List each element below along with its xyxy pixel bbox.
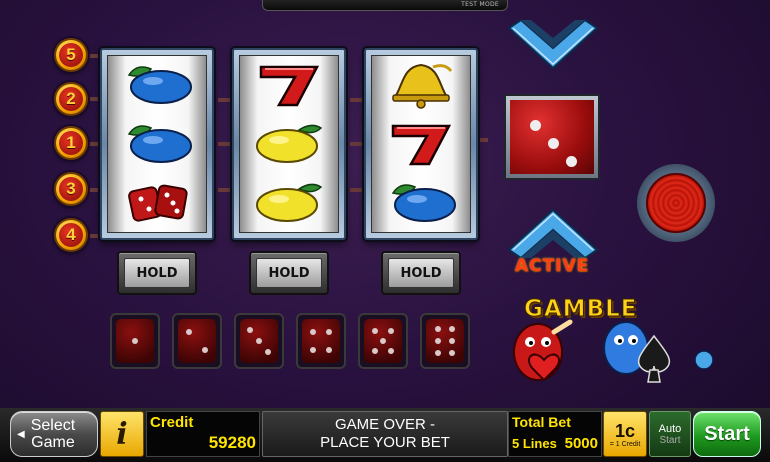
die-slot-5 <box>358 313 408 369</box>
plum-icon <box>127 125 192 163</box>
lines-label: 5 Lines <box>512 436 557 451</box>
die-slot-3 <box>234 313 284 369</box>
start-label: Start <box>704 422 750 445</box>
hold-button-reel-3[interactable]: HOLD <box>381 251 461 295</box>
die-three-icon <box>240 319 278 363</box>
total-bet-label: Total Bet <box>512 414 571 430</box>
message-line-2: PLACE YOUR BET <box>320 434 450 451</box>
reel-1-strip <box>107 55 207 233</box>
die-slot-6 <box>420 313 470 369</box>
gamble-down-arrow-icon[interactable] <box>505 204 601 260</box>
auto-sub-label: Start <box>659 434 681 446</box>
lemon-icon <box>256 183 323 222</box>
select-game-label: Select Game <box>30 417 76 451</box>
die-five-icon <box>364 319 402 363</box>
test-mode-bar: TEST MODE <box>262 0 508 11</box>
gamble-die <box>504 94 600 180</box>
dice-row <box>110 313 470 369</box>
message-panel: GAME OVER - PLACE YOUR BET <box>262 411 508 457</box>
lemon-icon <box>256 124 323 163</box>
info-button[interactable]: i <box>100 411 144 457</box>
payline-badge-2[interactable]: 2 <box>54 82 88 116</box>
total-bet-value: 5000 <box>564 435 598 452</box>
auto-start-button[interactable]: Auto Start <box>649 411 691 457</box>
dice-icon <box>128 184 188 222</box>
credit-panel: Credit 59280 <box>146 411 260 457</box>
reel-2 <box>232 48 346 240</box>
die-one-icon <box>116 319 154 363</box>
auto-label: Auto <box>658 422 682 435</box>
hold-button-reel-1[interactable]: HOLD <box>117 251 197 295</box>
payline-badge-4[interactable]: 4 <box>54 218 88 252</box>
die-two-icon <box>178 319 216 363</box>
reel-1 <box>100 48 214 240</box>
red-knob-icon <box>646 173 706 233</box>
message-line-1: GAME OVER - <box>334 416 435 433</box>
denomination-label: 1c <box>614 420 636 441</box>
seven-icon <box>391 124 452 166</box>
gamble-mascots-icon <box>513 319 714 383</box>
die-slot-4 <box>296 313 346 369</box>
reel-3 <box>364 48 478 240</box>
reel-3-strip <box>371 55 471 233</box>
info-icon: i <box>116 416 128 452</box>
die-six-icon <box>426 319 464 363</box>
payline-badge-3[interactable]: 3 <box>54 172 88 206</box>
left-arrow-icon: ◀ <box>17 428 25 440</box>
die-slot-2 <box>172 313 222 369</box>
payline-badge-1[interactable]: 1 <box>54 126 88 160</box>
hold-button-reel-2[interactable]: HOLD <box>249 251 329 295</box>
die-slot-1 <box>110 313 160 369</box>
test-mode-label: TEST MODE <box>461 1 499 8</box>
gamble-button[interactable] <box>637 164 715 242</box>
total-bet-panel: Total Bet 5 Lines 5000 <box>508 411 602 457</box>
plum-icon <box>391 183 456 222</box>
plum-icon <box>127 66 192 105</box>
denomination-button[interactable]: 1c = 1 Credit <box>603 411 647 457</box>
payline-badge-5[interactable]: 5 <box>54 38 88 72</box>
active-label: ACTIVE <box>514 256 590 276</box>
reel-2-strip <box>239 55 339 233</box>
seven-icon <box>259 66 320 107</box>
denomination-sub-label: = 1 Credit <box>609 440 641 448</box>
credit-label: Credit <box>150 414 194 431</box>
start-button[interactable]: Start <box>693 411 761 457</box>
select-game-button[interactable]: ◀ Select Game <box>10 411 98 457</box>
credit-value: 59280 <box>208 433 256 452</box>
die-four-icon <box>302 319 340 363</box>
gamble-die-face-icon <box>510 100 594 174</box>
gamble-up-arrow-icon[interactable] <box>505 18 601 74</box>
bell-icon <box>392 64 453 110</box>
